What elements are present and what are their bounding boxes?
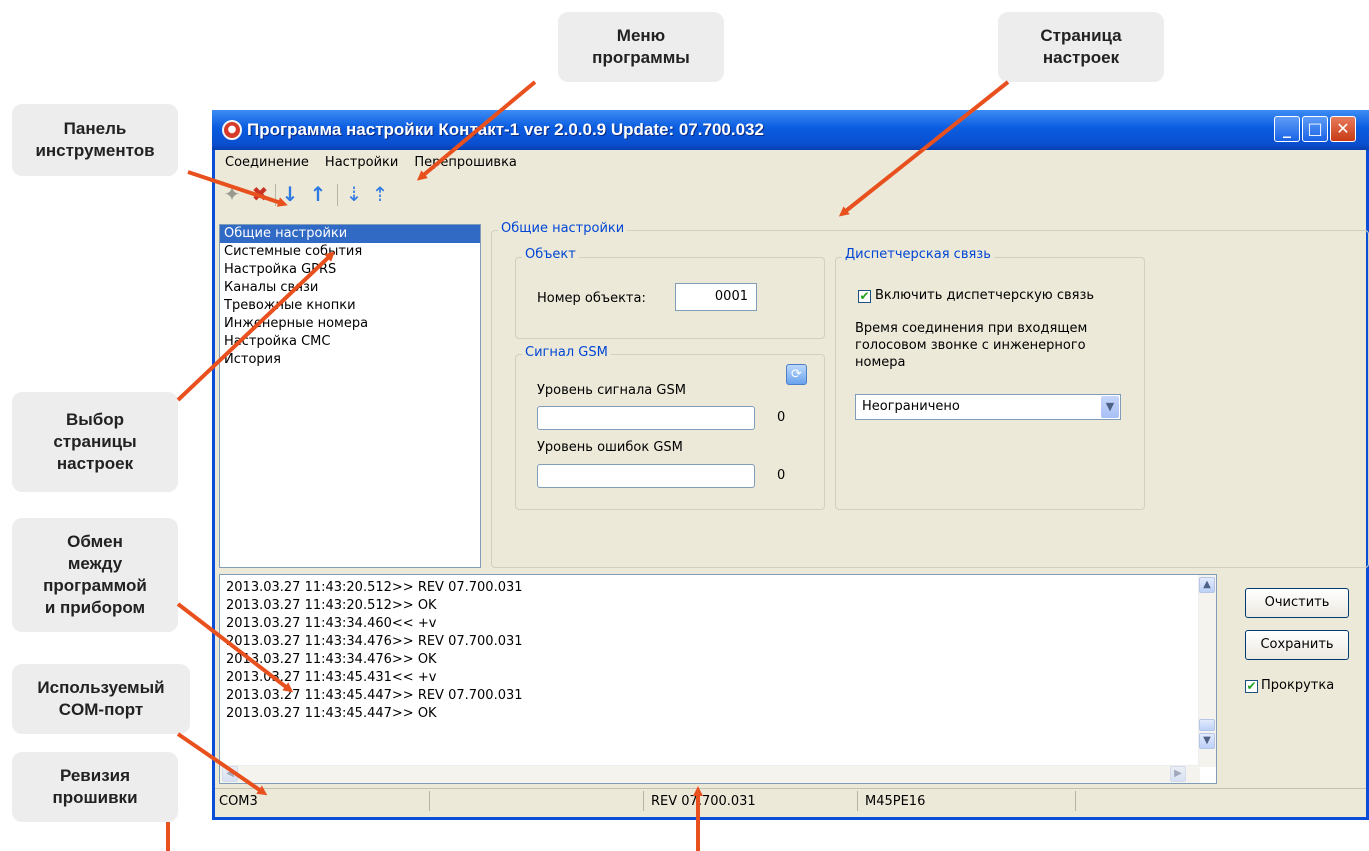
- log-line: 2013.03.27 11:43:34.460<< +v: [226, 616, 437, 631]
- log-line: 2013.03.27 11:43:20.512>> REV 07.700.031: [226, 580, 523, 595]
- save-log-button[interactable]: Сохранить: [1245, 630, 1349, 660]
- status-separator: [857, 791, 858, 811]
- app-window: ● Программа настройки Контакт-1 ver 2.0.…: [212, 110, 1369, 820]
- dispatch-group-label: Диспетчерская связь: [842, 247, 994, 262]
- nav-item-gprs[interactable]: Настройка GPRS: [220, 261, 480, 279]
- callout-toolbar: Панель инструментов: [12, 104, 178, 176]
- log-horizontal-scrollbar[interactable]: ◀ ▶: [220, 765, 1200, 783]
- status-com-port: COM3: [219, 794, 258, 809]
- status-separator: [643, 791, 644, 811]
- window-title: Программа настройки Контакт-1 ver 2.0.0.…: [247, 120, 764, 139]
- dispatch-time-select[interactable]: Неограничено ▼: [855, 394, 1121, 420]
- nav-item-system-events[interactable]: Системные события: [220, 243, 480, 261]
- scroll-up-icon[interactable]: ▲: [1199, 577, 1215, 593]
- scroll-thumb[interactable]: [1199, 719, 1215, 731]
- toolbar-separator: [275, 184, 276, 206]
- write-file-icon[interactable]: ⇡: [369, 182, 391, 206]
- callout-page-select: Выбор страницы настроек: [12, 392, 178, 492]
- dispatch-enable-checkbox[interactable]: ✔: [858, 290, 871, 303]
- status-separator: [1075, 791, 1076, 811]
- log-line: 2013.03.27 11:43:45.447>> REV 07.700.031: [226, 688, 523, 703]
- object-number-label: Номер объекта:: [537, 291, 646, 306]
- callout-settings-page: Страница настроек: [998, 12, 1164, 82]
- status-separator: [429, 791, 430, 811]
- log-line: 2013.03.27 11:43:34.476>> OK: [226, 652, 437, 667]
- disconnect-icon[interactable]: ✖: [249, 182, 271, 206]
- autoscroll-checkbox[interactable]: ✔: [1245, 680, 1258, 693]
- gsm-signal-value: 0: [777, 410, 786, 425]
- menu-item-firmware[interactable]: Перепрошивка: [404, 152, 523, 170]
- general-settings-title: Общие настройки: [498, 221, 628, 236]
- log-line: 2013.03.27 11:43:20.512>> OK: [226, 598, 437, 613]
- callout-com-port: Используемый COM-порт: [12, 664, 190, 734]
- nav-item-sms[interactable]: Настройка СМС: [220, 333, 480, 351]
- log-vertical-scrollbar[interactable]: ▲ ▼: [1198, 575, 1216, 767]
- minimize-button[interactable]: _: [1274, 116, 1300, 142]
- status-bar: COM3 REV 07.700.031 M45PE16: [215, 788, 1366, 815]
- callout-exchange: Обмен между программой и прибором: [12, 518, 178, 632]
- maximize-button[interactable]: □: [1302, 116, 1328, 142]
- gsm-signal-label: Уровень сигнала GSM: [537, 383, 686, 398]
- nav-item-history[interactable]: История: [220, 351, 480, 369]
- dispatch-time-value: Неограничено: [862, 399, 960, 414]
- object-number-input[interactable]: 0001: [675, 283, 757, 311]
- log-line: 2013.03.27 11:43:45.447>> OK: [226, 706, 437, 721]
- log-line: 2013.03.27 11:43:45.431<< +v: [226, 670, 437, 685]
- scroll-right-icon[interactable]: ▶: [1170, 766, 1186, 782]
- nav-item-alarm-buttons[interactable]: Тревожные кнопки: [220, 297, 480, 315]
- refresh-icon[interactable]: ⟳: [786, 364, 807, 385]
- read-file-icon[interactable]: ⇣: [343, 182, 365, 206]
- gsm-signal-bar: [537, 406, 755, 430]
- nav-item-channels[interactable]: Каналы связи: [220, 279, 480, 297]
- menu-bar: Соединение Настройки Перепрошивка: [215, 152, 523, 176]
- scroll-down-icon[interactable]: ▼: [1199, 733, 1215, 749]
- gsm-group-label: Сигнал GSM: [522, 345, 611, 360]
- status-chip: M45PE16: [865, 794, 926, 809]
- gsm-error-label: Уровень ошибок GSM: [537, 440, 683, 455]
- status-revision: REV 07.700.031: [651, 794, 756, 809]
- scroll-left-icon[interactable]: ◀: [222, 766, 238, 782]
- menu-item-settings[interactable]: Настройки: [315, 152, 404, 170]
- dispatch-time-text: Время соединения при входящем голосовом …: [855, 321, 1088, 370]
- title-bar[interactable]: ● Программа настройки Контакт-1 ver 2.0.…: [212, 110, 1369, 150]
- toolbar-separator: [337, 184, 338, 206]
- gsm-error-bar: [537, 464, 755, 488]
- dispatch-enable-label: Включить диспетчерскую связь: [875, 288, 1095, 303]
- nav-item-general[interactable]: Общие настройки: [220, 225, 480, 243]
- gsm-error-value: 0: [777, 468, 786, 483]
- write-settings-icon[interactable]: ↑: [307, 182, 329, 206]
- chevron-down-icon[interactable]: ▼: [1101, 396, 1119, 418]
- close-button[interactable]: ✕: [1330, 116, 1356, 142]
- menu-item-connection[interactable]: Соединение: [215, 152, 315, 170]
- nav-item-engineer-numbers[interactable]: Инженерные номера: [220, 315, 480, 333]
- read-settings-icon[interactable]: ↓: [279, 182, 301, 206]
- log-line: 2013.03.27 11:43:34.476>> REV 07.700.031: [226, 634, 523, 649]
- settings-page-list: Общие настройки Системные события Настро…: [219, 224, 481, 568]
- callout-revision: Ревизия прошивки: [12, 752, 178, 822]
- autoscroll-label: Прокрутка: [1261, 678, 1335, 693]
- app-icon: ●: [222, 120, 242, 140]
- callout-menu: Меню программы: [558, 12, 724, 82]
- clear-log-button[interactable]: Очистить: [1245, 588, 1349, 618]
- exchange-log: 2013.03.27 11:43:20.512>> REV 07.700.031…: [219, 574, 1217, 784]
- connect-icon[interactable]: ✦: [221, 182, 243, 206]
- object-group-label: Объект: [522, 247, 579, 262]
